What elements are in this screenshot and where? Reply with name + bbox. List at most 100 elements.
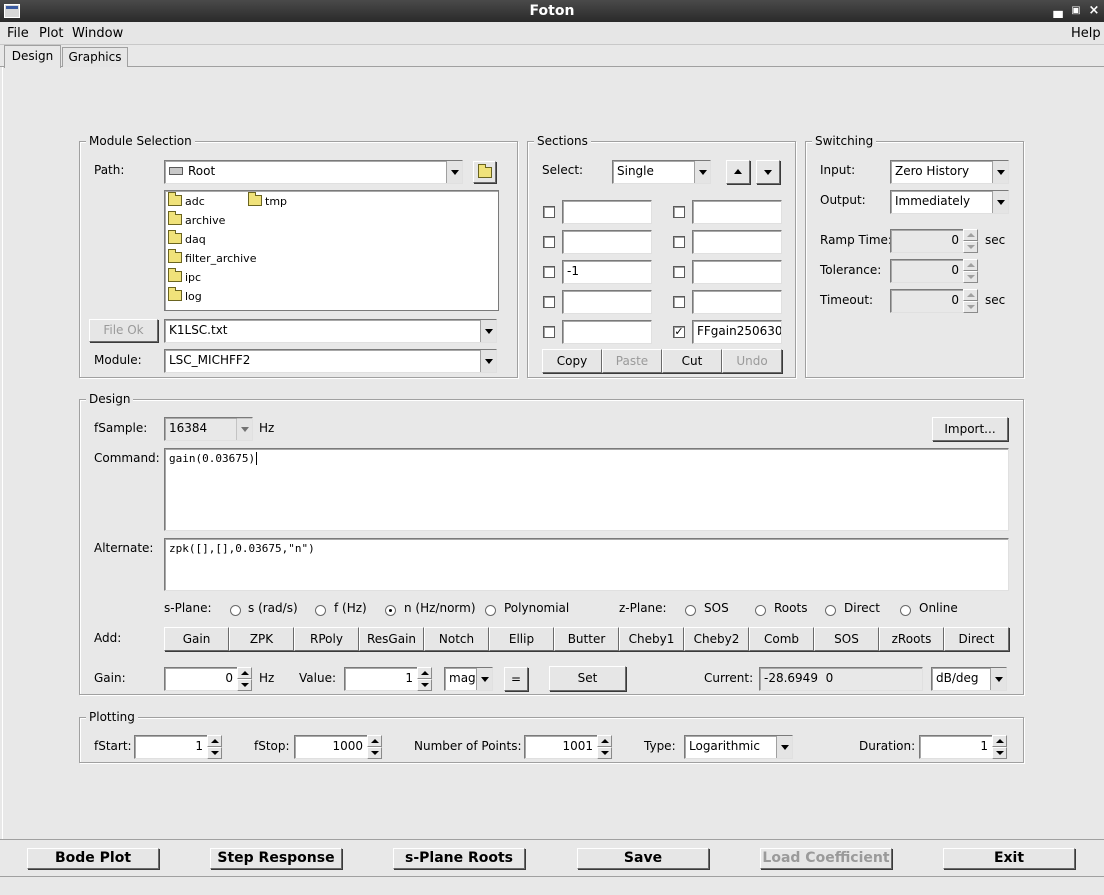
set-button[interactable]: Set: [549, 666, 626, 691]
s-plane-roots-button[interactable]: s-Plane Roots: [393, 848, 525, 869]
menu-plot[interactable]: Plot: [39, 26, 64, 41]
add-cheby2-button[interactable]: Cheby2: [684, 627, 749, 651]
close-icon[interactable]: ×: [1086, 2, 1102, 20]
add-rpoly-button[interactable]: RPoly: [294, 627, 359, 651]
section-checkbox-0[interactable]: [543, 206, 555, 218]
z-plane-radio-sos[interactable]: [685, 605, 696, 616]
section-name-4[interactable]: [562, 320, 652, 344]
s-plane-radio-rads[interactable]: [230, 605, 241, 616]
section-name-9[interactable]: FFgain250630: [692, 320, 782, 344]
section-checkbox-7[interactable]: [673, 266, 685, 278]
npoints-stepper[interactable]: [597, 735, 613, 759]
select-dropdown-button[interactable]: [694, 161, 710, 183]
z-plane-radio-roots[interactable]: [755, 605, 766, 616]
path-combo[interactable]: Root: [164, 160, 463, 184]
ramp-time-stepper[interactable]: [963, 229, 979, 253]
menu-window[interactable]: Window: [72, 26, 123, 41]
list-item[interactable]: log: [168, 287, 202, 306]
add-zpk-button[interactable]: ZPK: [229, 627, 294, 651]
list-item[interactable]: daq: [168, 230, 206, 249]
section-name-3[interactable]: [562, 290, 652, 314]
path-dropdown-button[interactable]: [446, 161, 462, 183]
equals-button[interactable]: =: [504, 667, 528, 691]
section-checkbox-5[interactable]: [673, 206, 685, 218]
add-comb-button[interactable]: Comb: [749, 627, 814, 651]
copy-button[interactable]: Copy: [542, 349, 602, 373]
exit-button[interactable]: Exit: [943, 848, 1075, 869]
fsample-dropdown-button[interactable]: [236, 418, 252, 440]
add-cheby1-button[interactable]: Cheby1: [619, 627, 684, 651]
section-name-0[interactable]: [562, 200, 652, 224]
timeout-stepper[interactable]: [963, 289, 979, 313]
add-resgain-button[interactable]: ResGain: [359, 627, 424, 651]
duration-stepper[interactable]: [992, 735, 1008, 759]
section-down-button[interactable]: [756, 160, 780, 184]
timeout-field[interactable]: 0: [890, 289, 964, 313]
list-item[interactable]: filter_archive: [168, 249, 256, 268]
module-dropdown-button[interactable]: [480, 350, 496, 372]
gain-field[interactable]: 0: [164, 667, 238, 691]
fstart-stepper[interactable]: [207, 735, 223, 759]
section-checkbox-8[interactable]: [673, 296, 685, 308]
list-item[interactable]: adc: [168, 192, 205, 211]
value-mode-dropdown-button[interactable]: [476, 668, 492, 690]
file-combo[interactable]: K1LSC.txt: [164, 319, 497, 343]
list-item[interactable]: ipc: [168, 268, 201, 287]
fstop-field[interactable]: 1000: [294, 735, 368, 759]
section-checkbox-6[interactable]: [673, 236, 685, 248]
undo-button[interactable]: Undo: [722, 349, 782, 373]
tolerance-stepper[interactable]: [963, 259, 979, 283]
list-item[interactable]: tmp: [248, 192, 287, 211]
minimize-icon[interactable]: ▄: [1050, 2, 1066, 20]
section-name-6[interactable]: [692, 230, 782, 254]
add-gain-button[interactable]: Gain: [164, 627, 229, 651]
add-butter-button[interactable]: Butter: [554, 627, 619, 651]
add-zroots-button[interactable]: zRoots: [879, 627, 944, 651]
section-checkbox-4[interactable]: [543, 326, 555, 338]
import-button[interactable]: Import...: [932, 417, 1008, 441]
add-notch-button[interactable]: Notch: [424, 627, 489, 651]
value-stepper[interactable]: [417, 667, 433, 691]
fstart-field[interactable]: 1: [134, 735, 208, 759]
command-textarea[interactable]: gain(0.03675): [164, 448, 1009, 531]
fstop-stepper[interactable]: [367, 735, 383, 759]
s-plane-radio-poly[interactable]: [485, 605, 496, 616]
tolerance-field[interactable]: 0: [890, 259, 964, 283]
s-plane-radio-hz[interactable]: [315, 605, 326, 616]
module-combo[interactable]: LSC_MICHFF2: [164, 349, 497, 373]
z-plane-radio-online[interactable]: [900, 605, 911, 616]
add-direct-button[interactable]: Direct: [944, 627, 1009, 651]
npoints-field[interactable]: 1001: [524, 735, 598, 759]
alternate-textarea[interactable]: zpk([],[],0.03675,"n"): [164, 538, 1009, 591]
menu-file[interactable]: File: [7, 26, 29, 41]
input-dropdown-button[interactable]: [992, 161, 1008, 183]
file-ok-button[interactable]: File Ok: [89, 319, 158, 342]
duration-field[interactable]: 1: [919, 735, 993, 759]
section-checkbox-2[interactable]: [543, 266, 555, 278]
step-response-button[interactable]: Step Response: [210, 848, 342, 869]
section-checkbox-3[interactable]: [543, 296, 555, 308]
z-plane-radio-direct[interactable]: [825, 605, 836, 616]
menu-help[interactable]: Help: [1071, 26, 1101, 41]
window-icon[interactable]: [4, 4, 20, 18]
ramp-time-field[interactable]: 0: [890, 229, 964, 253]
file-dropdown-button[interactable]: [480, 320, 496, 342]
section-checkbox-1[interactable]: [543, 236, 555, 248]
section-up-button[interactable]: [726, 160, 750, 184]
value-field[interactable]: 1: [344, 667, 418, 691]
section-name-2[interactable]: -1: [562, 260, 652, 284]
gain-stepper[interactable]: [237, 667, 253, 691]
bode-plot-button[interactable]: Bode Plot: [27, 848, 159, 869]
type-dropdown-button[interactable]: [776, 736, 792, 758]
tab-design[interactable]: Design: [4, 45, 61, 68]
cut-button[interactable]: Cut: [662, 349, 722, 373]
add-sos-button[interactable]: SOS: [814, 627, 879, 651]
load-coefficient-button[interactable]: Load Coefficient: [760, 848, 892, 869]
section-name-5[interactable]: [692, 200, 782, 224]
paste-button[interactable]: Paste: [602, 349, 662, 373]
s-plane-radio-norm[interactable]: [385, 605, 396, 616]
output-dropdown-button[interactable]: [992, 191, 1008, 213]
current-unit-dropdown-button[interactable]: [990, 668, 1006, 690]
save-button[interactable]: Save: [577, 848, 709, 869]
section-name-1[interactable]: [562, 230, 652, 254]
